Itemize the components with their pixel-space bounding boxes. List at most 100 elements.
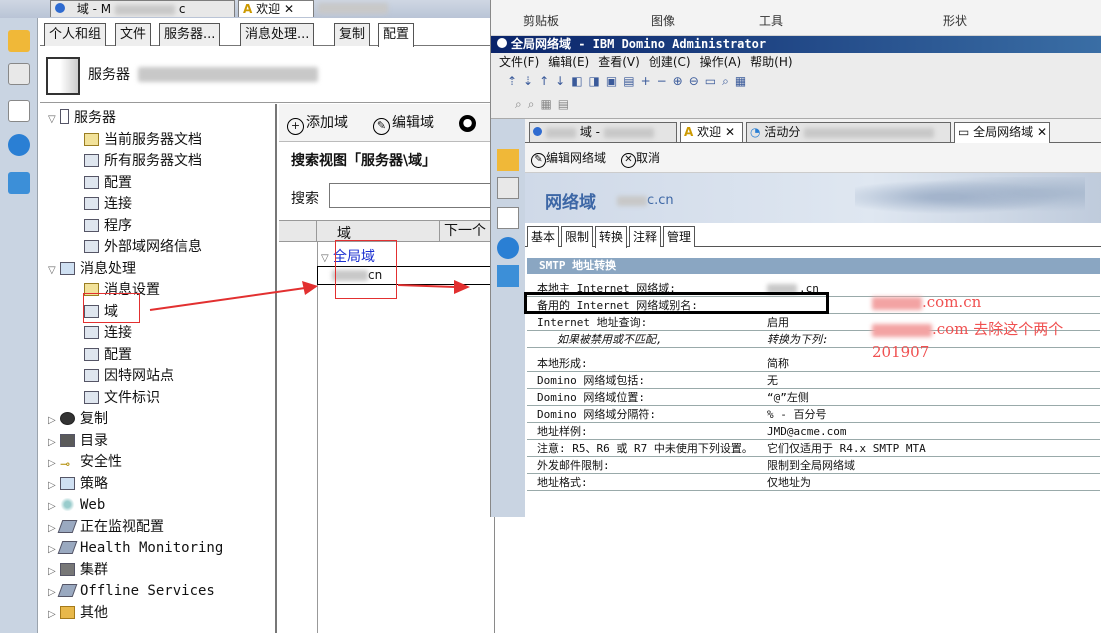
collapse-icon[interactable]: ▽ (321, 253, 333, 264)
tab-replication[interactable]: 复制 (334, 23, 371, 46)
tab-messaging[interactable]: 消息处理... (240, 23, 315, 46)
add-domain-button[interactable]: + 添加域 (287, 112, 348, 135)
view-icon (84, 347, 99, 361)
tree-item-label: 安全性 (80, 454, 122, 470)
folder-icon[interactable] (497, 149, 519, 171)
expand-icon[interactable]: ▷ (48, 410, 60, 431)
collapse-icon[interactable]: ▽ (48, 260, 60, 281)
admin-icon[interactable] (497, 265, 519, 287)
tree-item[interactable]: ▷ 集群 (48, 560, 108, 581)
tab-activity[interactable]: ◔ 活动分 (746, 122, 951, 142)
field-row: Domino 网络域位置: “@”左侧 (527, 389, 1100, 406)
search-toolbar-icons[interactable]: ⌕⌕▦▤ (515, 97, 575, 112)
doc-tab[interactable]: 限制 (561, 226, 594, 247)
redacted-text (617, 195, 647, 206)
tree-item[interactable]: ▷ 其他 (48, 603, 108, 624)
tab-configuration[interactable]: 配置 (378, 23, 415, 47)
tree-item[interactable]: ▷ Offline Services (48, 581, 215, 602)
menu-item[interactable]: 查看(V) (598, 55, 640, 69)
tree-item[interactable]: ▷ 复制 (48, 409, 108, 430)
column-next[interactable]: 下一个 (439, 221, 486, 241)
folder-icon (60, 605, 75, 619)
domain-view-pane: + 添加域 ✎ 编辑域 ● 搜索视图「服务器\域」 搜索 域 下一个 ▽ 全局域 cn (279, 104, 494, 633)
monitor-icon (57, 519, 78, 533)
expand-icon[interactable]: ▷ (48, 432, 60, 453)
tree-item[interactable]: 连接 (84, 323, 132, 344)
people-icon[interactable] (497, 237, 519, 259)
menu-item[interactable]: 帮助(H) (750, 55, 792, 69)
tree-item[interactable]: 连接 (84, 194, 132, 215)
doc-tab[interactable]: 转换 (595, 226, 628, 248)
search-label: 搜索 (291, 191, 319, 207)
expand-icon[interactable]: ▷ (48, 604, 60, 625)
tree-item[interactable]: ▽ 服务器 (48, 108, 116, 129)
menu-item[interactable]: 操作(A) (700, 55, 742, 69)
tree-item[interactable]: ▷ 正在监视配置 (48, 517, 164, 538)
tree-item[interactable]: 程序 (84, 216, 132, 237)
section-title: SMTP 地址转换 (527, 258, 1100, 274)
tree-item[interactable]: ▷ Health Monitoring (48, 538, 223, 559)
menu-item[interactable]: 创建(C) (649, 55, 691, 69)
replicator-icon[interactable] (497, 177, 519, 199)
view-icon (84, 175, 99, 189)
tree-item-label: 复制 (80, 411, 108, 427)
tab-domain[interactable]: 域 - M c (50, 0, 235, 17)
tree-item[interactable]: 文件标识 (84, 388, 160, 409)
column-selector[interactable] (279, 221, 317, 241)
tree-item-label: 目录 (80, 432, 108, 449)
tree-item[interactable]: 因特网站点 (84, 366, 174, 387)
tab-welcome[interactable]: A 欢迎 ✕ (238, 0, 314, 17)
replicator-icon[interactable] (8, 63, 30, 85)
menu-item[interactable]: 编辑(E) (548, 55, 589, 69)
tree-item[interactable]: 所有服务器文档 (84, 151, 202, 172)
delete-domain-button[interactable]: ● (459, 112, 478, 132)
collapse-icon[interactable]: ▽ (48, 109, 60, 130)
document-icon[interactable] (497, 207, 519, 229)
tree-item[interactable]: 当前服务器文档 (84, 130, 202, 151)
tree-item[interactable]: 配置 (84, 173, 132, 194)
expand-icon[interactable]: ▷ (48, 475, 60, 496)
menu-item[interactable]: 文件(F) (499, 55, 539, 69)
tree-item[interactable]: 配置 (84, 345, 132, 366)
navigation-toolbar-icons[interactable]: ⇡⇣↑↓◧◨▣▤+−⊕⊖▭⌕▦ (507, 74, 752, 89)
tree-item-label: 配置 (104, 174, 132, 191)
document-icon (84, 132, 99, 146)
tab-welcome[interactable]: A 欢迎 ✕ (680, 122, 743, 142)
tree-item[interactable]: ▷ ⊸ 安全性 (48, 452, 122, 473)
expand-icon[interactable]: ▷ (48, 561, 60, 582)
people-icon[interactable] (8, 134, 30, 156)
tab-server[interactable]: 服务器... (159, 23, 221, 46)
folder-icon[interactable] (8, 30, 30, 52)
policy-icon (60, 476, 75, 490)
tab-global-domain[interactable]: ▭ 全局网络域 ✕ (954, 122, 1050, 143)
tree-item[interactable]: 外部域网络信息 (84, 237, 202, 258)
close-icon[interactable]: ✕ (1037, 125, 1047, 139)
search-input[interactable] (329, 183, 494, 208)
expand-icon[interactable]: ▷ (48, 496, 60, 517)
tab-domain[interactable]: 域 - (529, 122, 677, 142)
close-icon[interactable]: ✕ (284, 2, 294, 16)
tab-files[interactable]: 文件 (115, 23, 152, 46)
tree-item[interactable]: ▷ Web (48, 495, 105, 516)
field-row: 地址格式: 仅地址为 (527, 474, 1100, 491)
tree-item[interactable]: ▷ 策略 (48, 474, 108, 495)
expand-icon[interactable]: ▷ (48, 453, 60, 474)
right-admin-window: 剪贴板 图像 工具 形状 全局网络域 - IBM Domino Administ… (490, 0, 1101, 517)
tree-item[interactable]: ▽ 消息处理 (48, 259, 136, 280)
redacted-text (546, 127, 576, 138)
cancel-button[interactable]: ✕ 取消 (621, 143, 660, 173)
edit-domain-button[interactable]: ✎ 编辑域 (373, 112, 434, 135)
edit-network-domain-button[interactable]: ✎ 编辑网络域 (531, 143, 606, 173)
admin-icon[interactable] (8, 172, 30, 194)
tree-item-label: 服务器 (74, 110, 116, 126)
ribbon-image: 图像 (651, 14, 676, 28)
view-icon (84, 197, 99, 210)
doc-tab[interactable]: 基本 (527, 226, 560, 247)
doc-tab[interactable]: 注释 (629, 226, 662, 247)
doc-tab[interactable]: 管理 (663, 226, 696, 247)
close-icon[interactable]: ✕ (725, 125, 735, 139)
document-icon[interactable] (8, 100, 30, 122)
cancel-icon: ✕ (621, 153, 636, 168)
tab-people-groups[interactable]: 个人和组 (44, 23, 107, 46)
tree-item[interactable]: ▷ 目录 (48, 431, 108, 452)
